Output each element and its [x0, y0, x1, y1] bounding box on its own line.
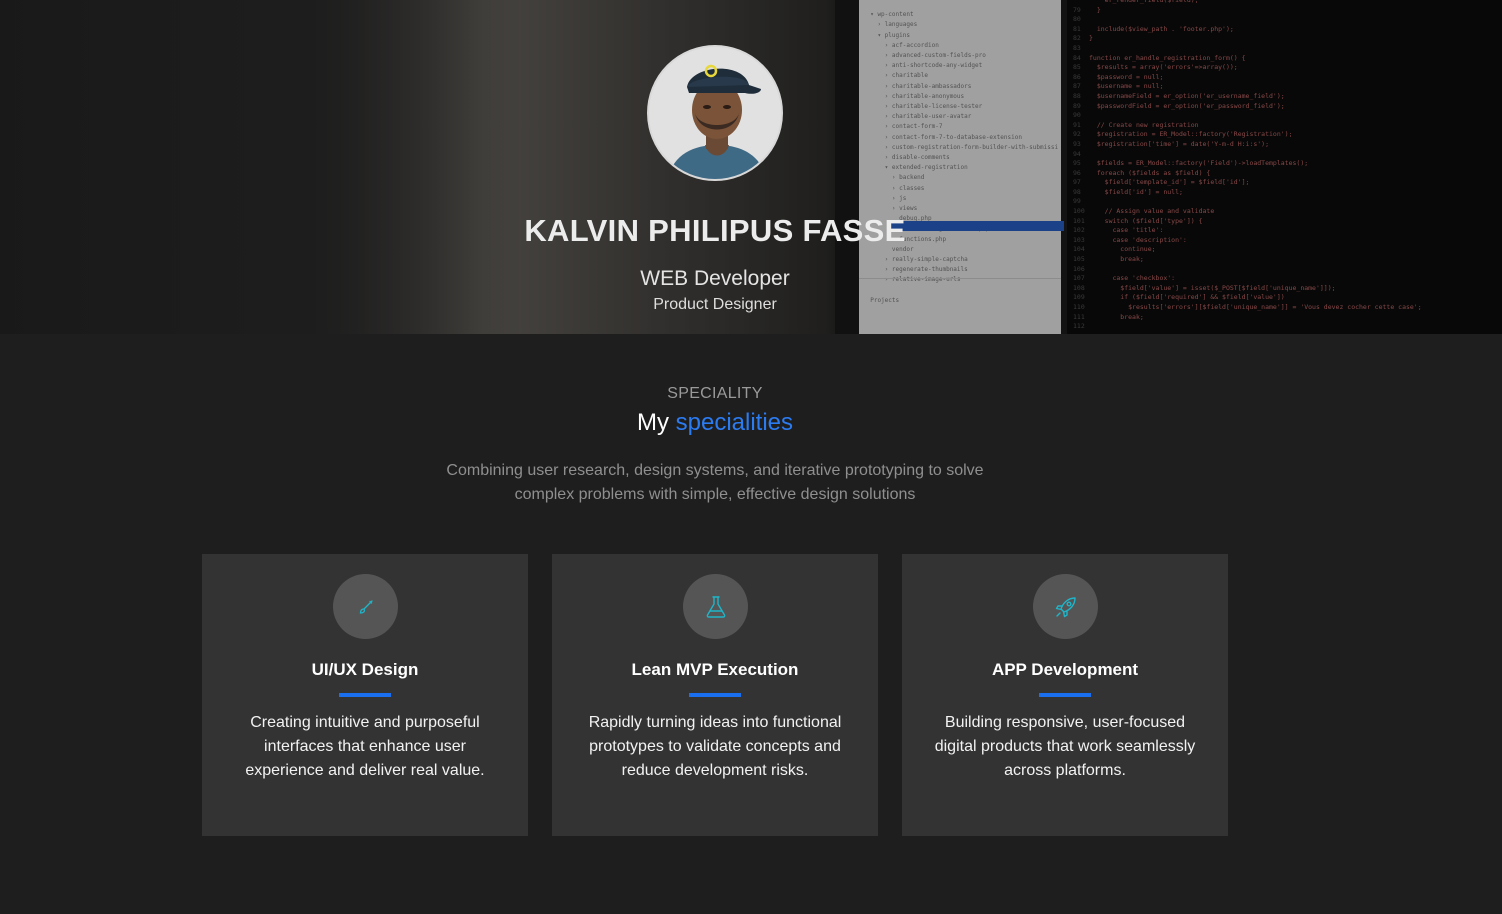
- card-title: APP Development: [991, 660, 1139, 679]
- section-description: Combining user research, design systems,…: [0, 459, 1430, 507]
- card-text: Building responsive, user-focused digita…: [934, 714, 1196, 779]
- card-text: Rapidly turning ideas into functional pr…: [588, 714, 842, 779]
- hero-name: KALVIN PHILIPUS FASSE: [524, 213, 906, 248]
- avatar: [647, 45, 783, 181]
- hero-banner: ▾ wp-content › languages ▾ plugins › acf…: [0, 0, 1502, 334]
- section-heading-accent: specialities: [675, 409, 794, 436]
- profile-photo: [649, 47, 781, 179]
- flask-icon: [683, 574, 748, 639]
- brush-icon: [333, 574, 398, 639]
- section-heading: My specialities: [0, 409, 1430, 437]
- speciality-card-app: APP Development Building responsive, use…: [902, 554, 1228, 836]
- hero-subrole: Product Designer: [653, 296, 777, 313]
- section-heading-plain: My: [636, 409, 669, 436]
- speciality-card-mvp: Lean MVP Execution Rapidly turning ideas…: [552, 554, 878, 836]
- section-description-line: complex problems with simple, effective …: [514, 486, 916, 503]
- section-eyebrow: SPECIALITY: [667, 385, 763, 402]
- card-divider: [689, 693, 741, 697]
- speciality-card-uiux: UI/UX Design Creating intuitive and purp…: [202, 554, 528, 836]
- speciality-section: SPECIALITY My specialities Combining use…: [0, 334, 1502, 914]
- card-title: Lean MVP Execution: [631, 660, 799, 679]
- card-divider: [339, 693, 391, 697]
- rocket-icon: [1033, 574, 1098, 639]
- section-description-line: Combining user research, design systems,…: [446, 462, 984, 479]
- hero-role: WEB Developer: [640, 267, 790, 290]
- card-text: Creating intuitive and purposeful interf…: [245, 714, 485, 779]
- card-title: UI/UX Design: [311, 660, 419, 679]
- card-divider: [1039, 693, 1091, 697]
